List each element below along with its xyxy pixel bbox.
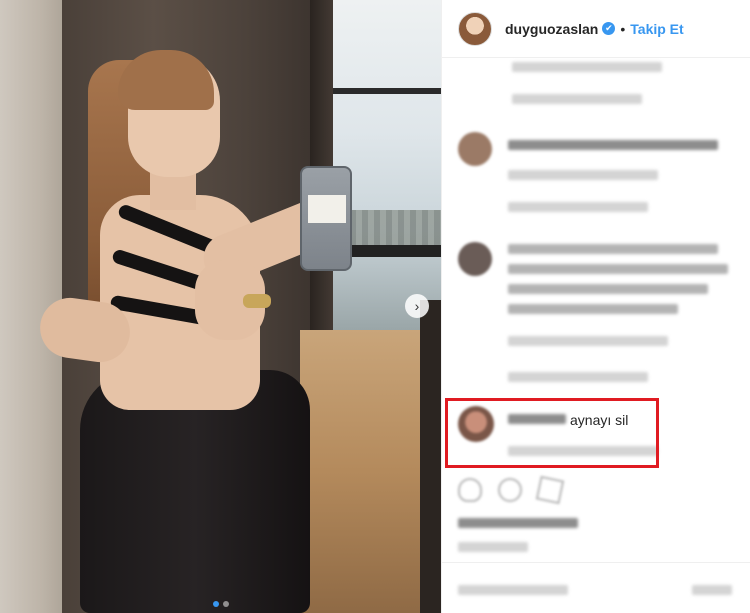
header-separator: • — [620, 20, 626, 37]
photo-cabinet — [420, 300, 441, 613]
comment-input-area — [442, 562, 750, 613]
comments-panel: duyguozaslan ✔ • Takip Et — [441, 0, 750, 613]
carousel-dot[interactable] — [222, 601, 229, 607]
post-header: duyguozaslan ✔ • Takip Et — [442, 0, 750, 58]
chevron-right-icon[interactable]: › — [405, 294, 429, 318]
comment-icon[interactable] — [498, 478, 522, 502]
carousel-dot[interactable] — [212, 601, 219, 607]
photo-city — [350, 210, 441, 250]
avatar[interactable] — [458, 242, 492, 276]
action-bar — [442, 475, 750, 508]
avatar[interactable] — [458, 132, 492, 166]
comment-text: aynayı sil — [570, 412, 629, 428]
watch — [243, 294, 271, 308]
avatar[interactable] — [458, 11, 492, 46]
heart-icon[interactable] — [458, 478, 482, 502]
phone-sticker — [308, 195, 346, 223]
post-comment-button[interactable] — [692, 585, 732, 595]
photo-window — [333, 0, 441, 330]
carousel-indicator — [0, 601, 441, 607]
comment-input[interactable] — [458, 585, 568, 595]
follow-button[interactable]: Takip Et — [630, 21, 683, 37]
author-username[interactable]: duyguozaslan — [505, 21, 598, 37]
photo-window-frame — [333, 88, 441, 94]
list-item — [442, 128, 750, 212]
highlight-box — [445, 398, 659, 468]
list-item — [442, 238, 750, 388]
share-icon[interactable] — [535, 475, 565, 505]
verified-badge-icon: ✔ — [602, 22, 616, 35]
post-photo[interactable]: › — [0, 0, 441, 613]
